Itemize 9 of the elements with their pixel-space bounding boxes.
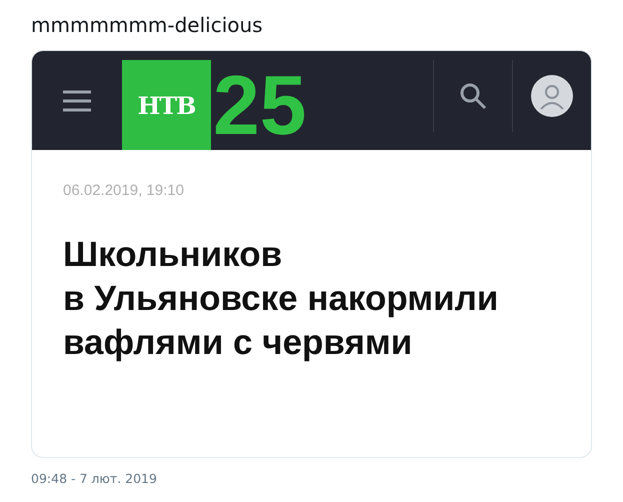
logo-number: 25	[212, 60, 308, 150]
article-date: 06.02.2019, 19:10	[63, 182, 185, 199]
avatar-icon[interactable]	[531, 75, 573, 117]
tweet-timestamp[interactable]: 09:48 - 7 лют. 2019	[31, 471, 592, 486]
tweet-text: mmmmmmm-delicious	[31, 12, 264, 39]
menu-icon[interactable]	[63, 88, 91, 112]
link-preview-card[interactable]: НТВ 25 06.02.2019, 19:10 Школьников в Ульяновске накормили вафлями с червями	[31, 50, 592, 458]
search-icon[interactable]	[459, 82, 487, 110]
article-headline[interactable]: Школьников в Ульяновске накормили вафлями с червями	[63, 233, 561, 365]
